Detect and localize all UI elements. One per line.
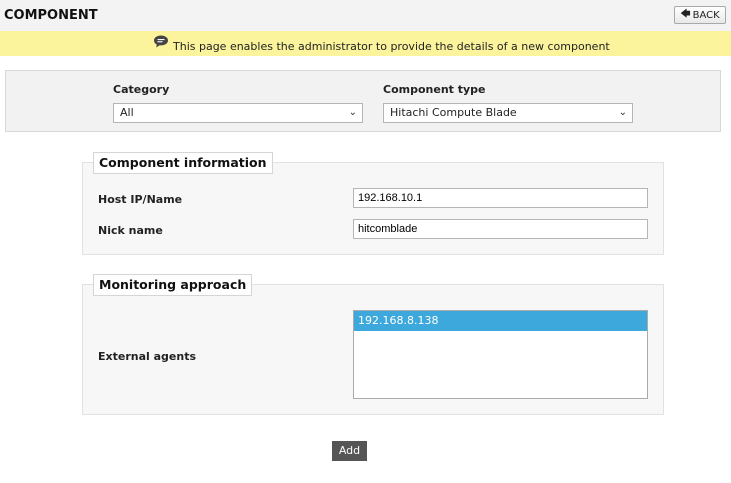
- speech-bubble-icon: [154, 35, 168, 48]
- back-button-label: BACK: [692, 9, 720, 21]
- category-label: Category: [113, 83, 170, 96]
- chevron-down-icon: ⌄: [618, 107, 627, 118]
- external-agents-label: External agents: [98, 350, 197, 363]
- page-header: COMPONENT 🡄 BACK: [0, 0, 731, 31]
- agent-option-selected[interactable]: 192.168.8.138: [354, 311, 647, 331]
- back-arrow-icon: 🡄: [680, 8, 691, 20]
- info-bar: This page enables the administrator to p…: [0, 31, 731, 56]
- add-button[interactable]: Add: [332, 441, 367, 461]
- info-text: This page enables the administrator to p…: [173, 40, 610, 53]
- back-button[interactable]: 🡄 BACK: [674, 6, 726, 24]
- external-agents-listbox[interactable]: 192.168.8.138: [353, 310, 648, 399]
- component-type-label: Component type: [383, 83, 486, 96]
- category-select-value: All: [120, 106, 134, 119]
- host-ip-label: Host IP/Name: [98, 193, 183, 206]
- host-ip-input[interactable]: [353, 188, 648, 208]
- component-type-select[interactable]: Hitachi Compute Blade ⌄: [383, 103, 633, 123]
- component-information-section: [82, 162, 664, 255]
- category-select[interactable]: All ⌄: [113, 103, 363, 123]
- chevron-down-icon: ⌄: [348, 107, 357, 118]
- monitoring-approach-legend: Monitoring approach: [93, 274, 253, 296]
- component-information-legend: Component information: [93, 152, 273, 174]
- nick-name-input[interactable]: [353, 219, 648, 239]
- nick-name-label: Nick name: [98, 224, 163, 237]
- page-title: COMPONENT: [4, 8, 98, 23]
- component-type-select-value: Hitachi Compute Blade: [390, 106, 517, 119]
